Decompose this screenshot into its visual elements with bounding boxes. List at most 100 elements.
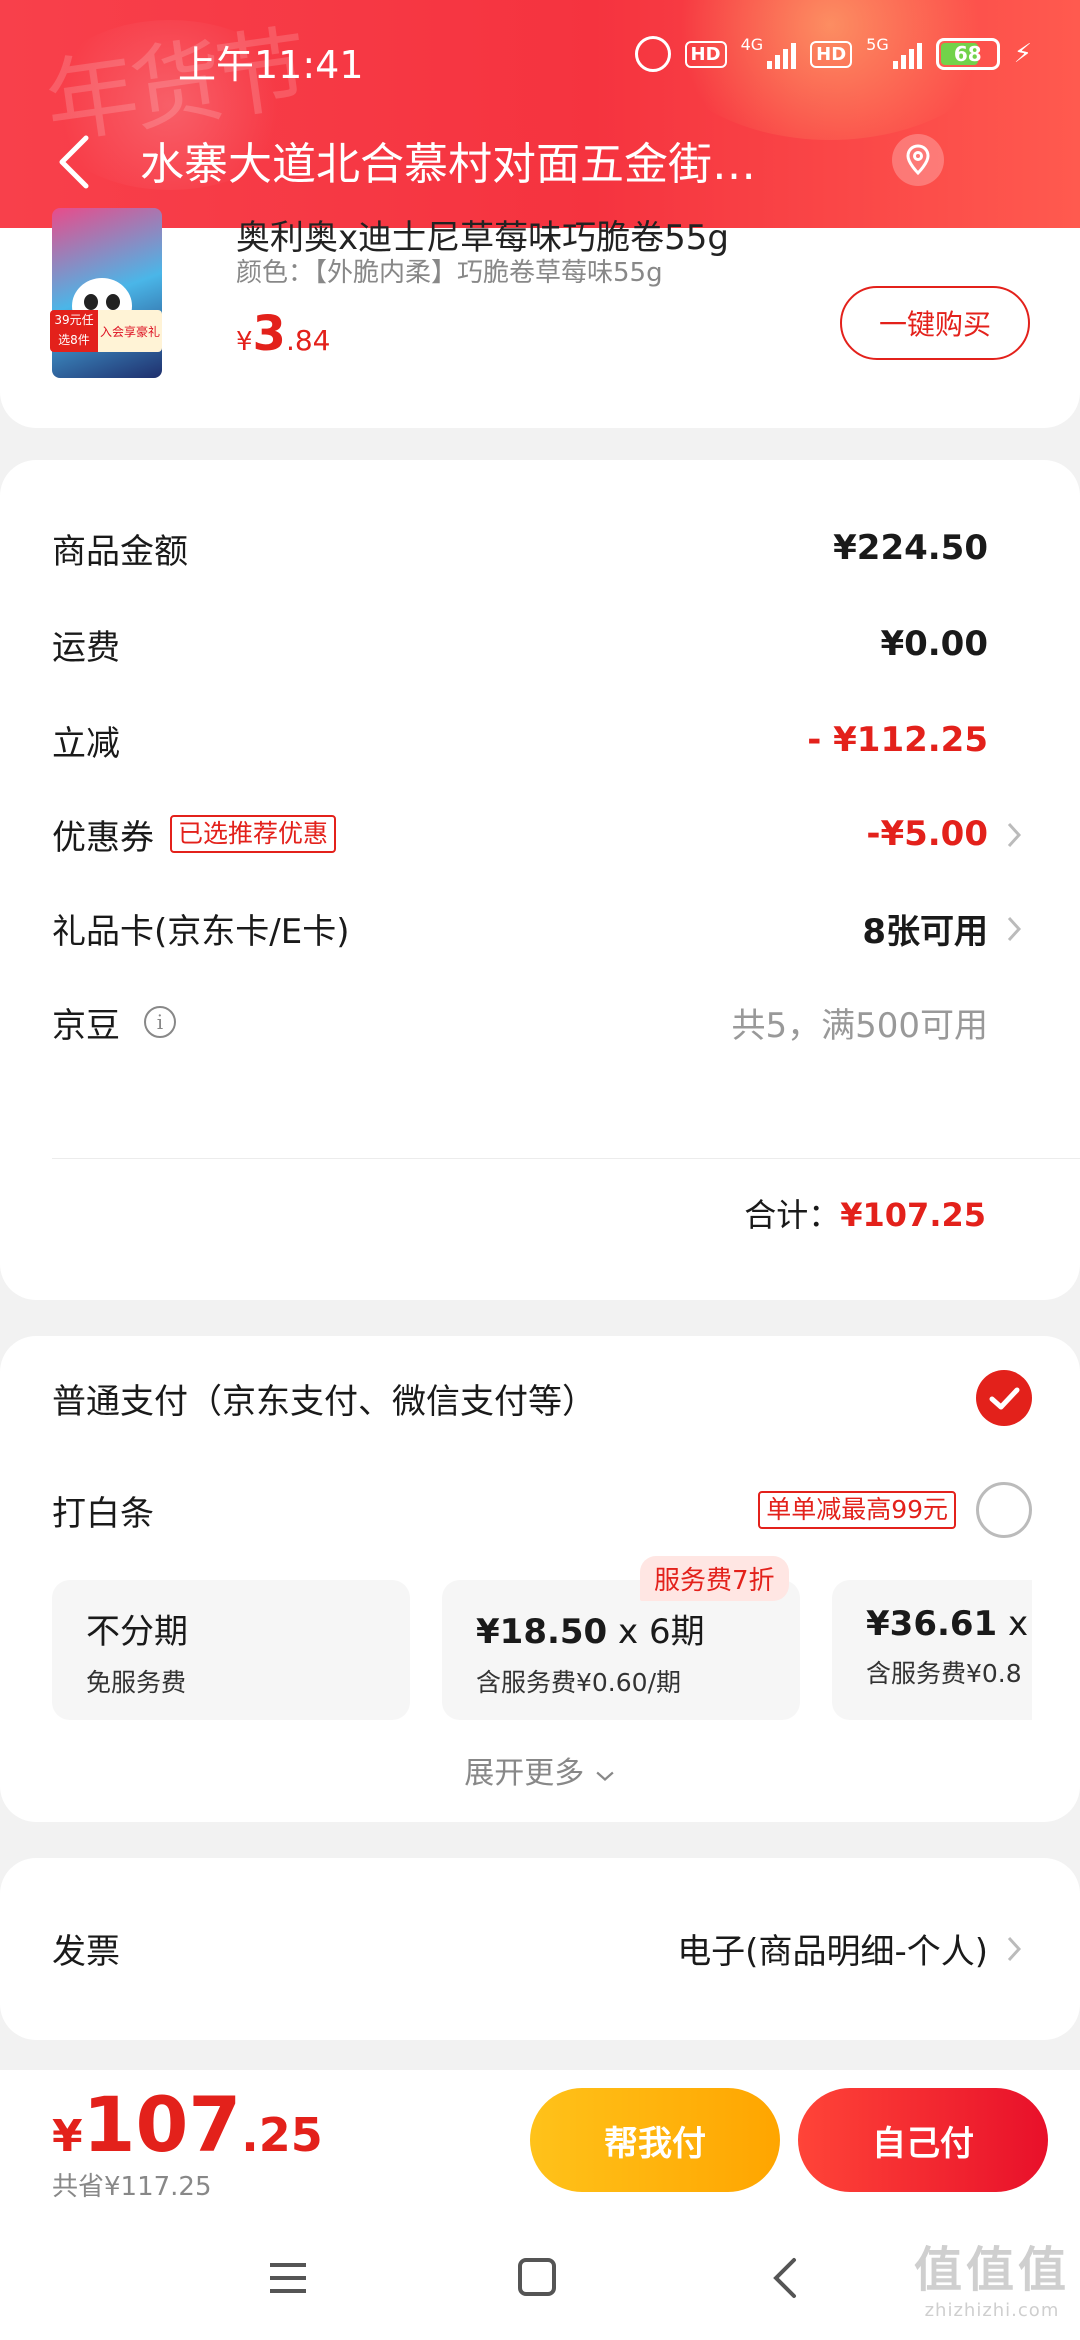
installment-sub: 含服务费¥0.8 [866,1659,1022,1688]
alarm-icon [634,36,671,72]
hd-badge-2: HD [810,40,853,68]
installment-amount: ¥36.61 [866,1604,998,1644]
shipping-label: 运费 [52,627,120,668]
pay-total-integer: 107 [82,2080,242,2169]
back-arrow-icon[interactable] [52,132,96,192]
network-type-2: 5G [866,34,889,54]
saved-amount: 共省¥117.25 [52,2172,212,2202]
promo-tag-left: 39元任选8件 [50,310,98,352]
signal-icon-2 [892,39,922,69]
help-pay-button[interactable]: 帮我付 [530,2088,780,2192]
jingdou-label: 京豆 [52,1005,120,1046]
jingdou-value: 共5，满500可用 [731,1005,988,1046]
header: 年货节 上午11:41 HD 4G HD 5G 68 ⚡ 水寨大道北合慕村对面五… [0,0,1080,228]
battery-icon: 68 [935,38,1000,70]
invoice-label: 发票 [52,1931,120,1972]
baitiao-row[interactable]: 打白条 单单减最高99元 [52,1480,1032,1540]
expand-more-button[interactable]: 展开更多 [0,1748,1080,1792]
nav-bar: 水寨大道北合慕村对面五金街… [0,118,1080,208]
instant-discount-label: 立减 [52,723,120,764]
product-price: ¥3.84 [236,306,330,362]
menu-icon[interactable] [268,2260,308,2296]
installment-title: ¥36.61 x 3 [866,1604,1032,1644]
installment-title: 不分期 [86,1612,188,1652]
network-type: 4G [740,34,764,54]
price-integer: 3 [252,306,286,362]
total-value: ¥107.25 [840,1196,986,1234]
product-image[interactable] [52,208,162,378]
coupon-label-group: 优惠券 已选推荐优惠 [52,810,337,859]
watermark-logo: 值值值 [913,2242,1070,2298]
chevron-right-icon [1007,822,1022,848]
promo-tag-right: 入会享豪礼 [98,310,162,352]
shipping-value: ¥0.00 [880,624,988,664]
baitiao-promo-tag: 单单减最高99元 [758,1491,956,1529]
watermark-url: zhizhizhi.com [924,2300,1060,2321]
invoice-row[interactable]: 发票 电子(商品明细-个人) [52,1918,1022,1978]
fee-discount-badge: 服务费7折 [640,1556,789,1601]
baitiao-label: 打白条 [52,1493,154,1534]
chevron-down-icon [596,1771,614,1781]
info-icon[interactable]: i [144,1006,176,1038]
status-bar: 上午11:41 HD 4G HD 5G 68 ⚡ [0,30,1080,88]
self-pay-button[interactable]: 自己付 [798,2088,1048,2192]
goods-amount-value: ¥224.50 [833,528,988,568]
pay-total-symbol: ¥ [52,2111,83,2162]
home-icon[interactable] [518,2258,556,2296]
pay-total-decimal: .25 [241,2108,323,2162]
gift-card-value: 8张可用 [862,911,988,952]
jingdou-label-group: 京豆 i [52,998,176,1047]
back-icon[interactable] [772,2256,798,2300]
divider [52,1158,1080,1159]
chevron-right-icon [1007,1936,1022,1962]
product-card: 39元任选8件 入会享豪礼 奥利奥x迪士尼草莓味巧脆卷55g 颜色：【外脆内柔】… [0,208,1080,428]
buy-now-button[interactable]: 一键购买 [840,286,1030,360]
gift-card-row[interactable]: 礼品卡(京东卡/E卡) 8张可用 [52,898,1022,958]
pay-total: ¥107.25 [52,2080,323,2169]
invoice-card: 发票 电子(商品明细-个人) [0,1858,1080,2040]
installment-times: x 3 [1008,1604,1032,1644]
installment-sub: 含服务费¥0.60/期 [476,1668,681,1697]
watermark: 值值值 zhizhizhi.com [914,2230,1070,2321]
hd-badge: HD [684,40,727,68]
promo-tag: 39元任选8件 入会享豪礼 [50,310,162,352]
shipping-row: 运费 ¥0.00 [52,614,988,674]
coupon-row[interactable]: 优惠券 已选推荐优惠 -¥5.00 [52,804,1022,864]
installment-option-3[interactable]: ¥36.61 x 3 含服务费¥0.8 [832,1580,1032,1720]
instant-discount-row: 立减 - ¥112.25 [52,710,988,770]
chevron-right-icon [1007,916,1022,942]
installment-sub: 免服务费 [86,1668,187,1697]
price-decimal: .84 [285,324,331,357]
payment-method-card: 普通支付（京东支付、微信支付等） 打白条 单单减最高99元 服务费7折 不分期 … [0,1336,1080,1822]
status-icons: HD 4G HD 5G 68 ⚡ [634,34,1032,72]
radio-unchecked-icon[interactable] [976,1482,1032,1538]
price-symbol: ¥ [236,327,253,357]
normal-pay-label: 普通支付（京东支付、微信支付等） [52,1381,596,1422]
location-pin-icon[interactable] [892,134,944,186]
battery-level: 68 [953,42,982,66]
signal-icon [767,39,797,69]
jingdou-row: 京豆 i 共5，满500可用 [52,992,988,1052]
instant-discount-value: - ¥112.25 [807,720,988,760]
gift-card-label: 礼品卡(京东卡/E卡) [52,911,350,952]
installment-times: x 6期 [607,1612,705,1652]
installment-option-none[interactable]: 不分期 免服务费 [52,1580,410,1720]
charging-icon: ⚡ [1013,39,1032,69]
status-time: 上午11:41 [178,43,364,87]
installment-title: ¥18.50 x 6期 [476,1604,800,1653]
expand-more-label: 展开更多 [464,1756,585,1791]
order-summary-card: 商品金额 ¥224.50 运费 ¥0.00 立减 - ¥112.25 优惠券 已… [0,460,1080,1300]
coupon-tag: 已选推荐优惠 [170,815,337,853]
goods-amount-row: 商品金额 ¥224.50 [52,518,988,578]
normal-pay-row[interactable]: 普通支付（京东支付、微信支付等） [52,1368,1032,1428]
installment-amount: ¥18.50 [476,1612,608,1652]
invoice-value: 电子(商品明细-个人) [677,1931,988,1972]
total-row: 合计：¥107.25 [744,1190,986,1236]
coupon-value: -¥5.00 [866,814,988,854]
check-icon[interactable] [976,1370,1032,1426]
coupon-label: 优惠券 [52,817,154,858]
installment-option-6[interactable]: ¥18.50 x 6期 含服务费¥0.60/期 [442,1580,800,1720]
goods-amount-label: 商品金额 [52,531,188,572]
installment-options: 不分期 免服务费 ¥18.50 x 6期 含服务费¥0.60/期 ¥36.61 … [52,1580,1032,1720]
address-title[interactable]: 水寨大道北合慕村对面五金街… [140,128,880,192]
